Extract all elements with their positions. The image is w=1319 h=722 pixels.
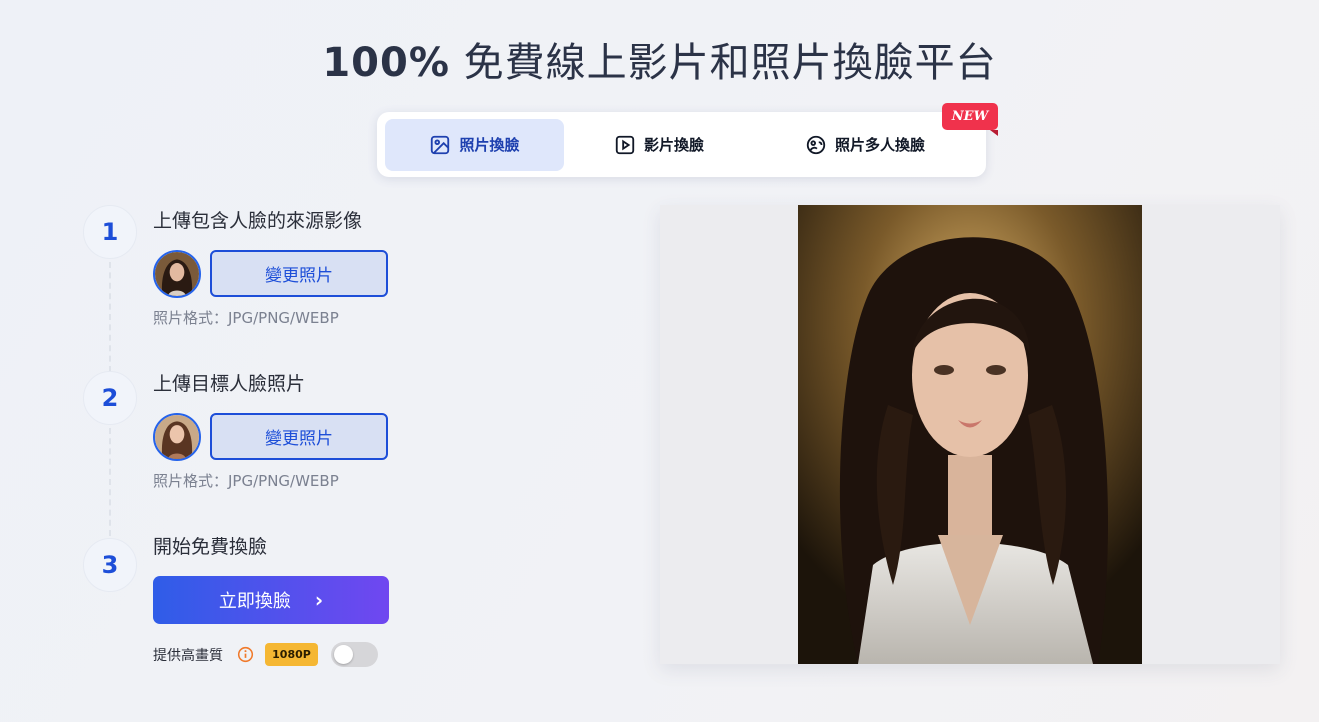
tab-label: 影片換臉: [643, 136, 704, 154]
change-target-photo-button[interactable]: 變更照片: [210, 413, 388, 460]
source-format-hint: 照片格式：JPG/PNG/WEBP: [153, 309, 339, 327]
step-1-number: 1: [83, 205, 137, 259]
tab-photo-swap[interactable]: 照片換臉: [385, 118, 564, 171]
step-connector: [109, 428, 111, 536]
toggle-knob: [334, 645, 353, 664]
step-1-title: 上傳包含人臉的來源影像: [153, 210, 363, 232]
step-3-number: 3: [83, 538, 137, 592]
page-title: 100% 免費線上影片和照片換臉平台: [322, 40, 997, 86]
step-2-title: 上傳目標人臉照片: [153, 373, 306, 395]
preview-panel: [660, 205, 1280, 664]
tab-label: 照片換臉: [459, 136, 520, 154]
step-connector: [109, 262, 111, 372]
target-avatar: [153, 413, 201, 461]
mode-tabs: 照片換臉 影片換臉 照片多人換臉 NEW: [377, 103, 998, 177]
step-3-title: 開始免費換臉: [153, 536, 268, 558]
hd-badge: 1080P: [265, 643, 318, 666]
change-source-photo-button[interactable]: 變更照片: [210, 250, 388, 297]
step-2-number: 2: [83, 371, 137, 425]
hq-label: 提供高畫質: [153, 648, 223, 664]
hq-toggle[interactable]: [331, 642, 378, 667]
image-icon: [431, 135, 450, 154]
swap-now-label: 立即換臉: [218, 591, 291, 612]
source-avatar: [153, 250, 201, 298]
info-icon[interactable]: [237, 646, 254, 663]
preview-image: [798, 205, 1142, 664]
multi-face-icon: [806, 135, 826, 154]
chevron-right-icon: ›: [314, 588, 324, 612]
tab-label: 照片多人換臉: [834, 136, 925, 154]
play-icon: [615, 135, 635, 154]
swap-now-button[interactable]: 立即換臉 ›: [153, 576, 389, 624]
target-format-hint: 照片格式：JPG/PNG/WEBP: [153, 472, 339, 490]
new-badge: NEW: [942, 103, 998, 136]
tab-video-swap[interactable]: 影片換臉: [564, 119, 754, 171]
